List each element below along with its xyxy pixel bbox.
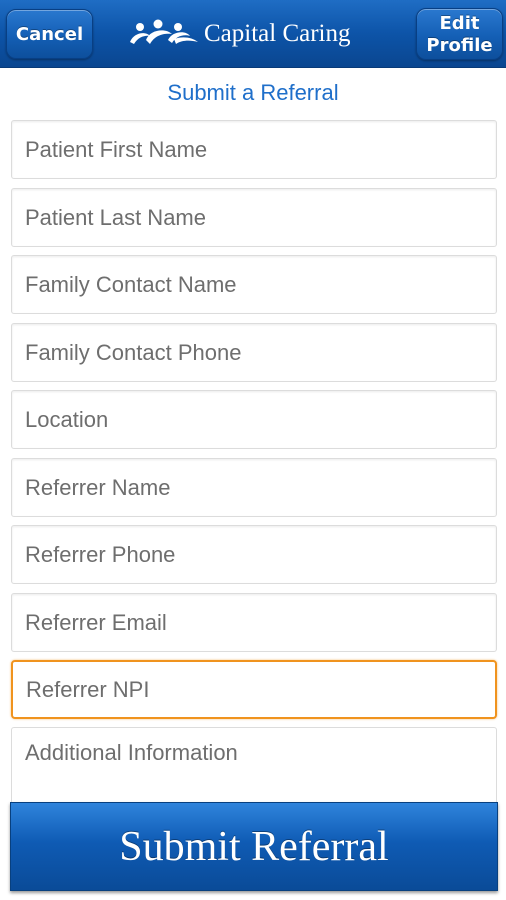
patient-first-name-field[interactable] [11, 120, 497, 179]
edit-profile-label-line2: Profile [426, 35, 493, 56]
referrer-email-field[interactable] [11, 593, 497, 652]
family-contact-phone-field[interactable] [11, 323, 497, 382]
referrer-npi-field[interactable] [11, 660, 497, 719]
people-figures-logo-icon [130, 19, 198, 44]
referrer-name-field[interactable] [11, 458, 497, 517]
family-contact-name-field[interactable] [11, 255, 497, 314]
referrer-phone-field[interactable] [11, 525, 497, 584]
patient-last-name-field[interactable] [11, 188, 497, 247]
edit-profile-button[interactable]: Edit Profile [416, 8, 503, 60]
cancel-button[interactable]: Cancel [6, 9, 93, 59]
brand-name: Capital Caring [204, 20, 351, 47]
page-title: Submit a Referral [167, 80, 339, 105]
edit-profile-label-line1: Edit [439, 13, 480, 34]
app-header: Cancel Capital Caring Edit Profile [0, 0, 506, 68]
submit-referral-button[interactable]: Submit Referral [10, 802, 498, 891]
location-field[interactable] [11, 390, 497, 449]
additional-information-field[interactable] [11, 727, 497, 807]
brand-logo: Capital Caring [128, 14, 358, 54]
